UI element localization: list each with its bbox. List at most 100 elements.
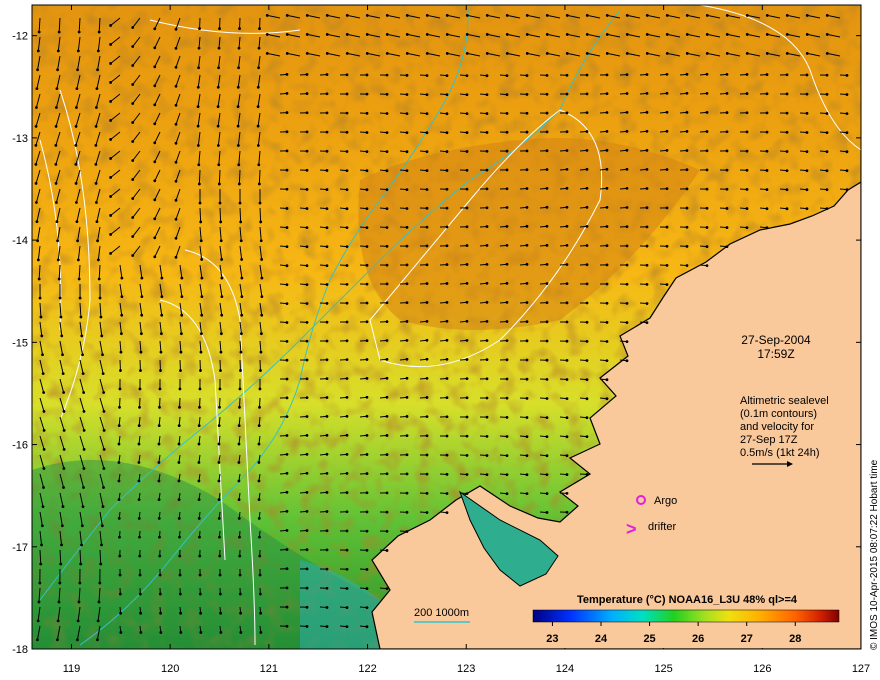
velocity-vector-tip [157, 516, 161, 520]
velocity-vector-tip [365, 73, 369, 77]
velocity-vector-tip [405, 415, 409, 418]
velocity-vector-tip [665, 244, 669, 248]
velocity-vector-tip [99, 562, 103, 566]
velocity-vector-tip [305, 567, 309, 571]
velocity-vector-tip [765, 207, 769, 211]
velocity-vector-tip [345, 111, 349, 115]
velocity-vector-tip [257, 46, 261, 50]
velocity-vector-tip [365, 226, 369, 230]
velocity-vector-tip [258, 201, 262, 205]
velocity-vector-tip [465, 225, 469, 229]
velocity-vector-tip [505, 112, 509, 115]
velocity-vector-tip [405, 338, 409, 342]
velocity-vector-tip [75, 220, 79, 224]
velocity-vector-tip [805, 131, 809, 134]
velocity-vector-tip [405, 510, 409, 514]
velocity-vector-tip [56, 258, 60, 262]
velocity-vector-tip [117, 461, 121, 464]
velocity-vector-tip [745, 111, 749, 115]
velocity-vector-tip [405, 244, 409, 248]
velocity-vector-tip [345, 606, 349, 609]
velocity-vector-tip [525, 377, 529, 381]
velocity-vector-tip [57, 30, 61, 34]
velocity-vector-tip [102, 467, 106, 470]
velocity-vector-tip [725, 207, 729, 210]
velocity-vector-tip [259, 239, 263, 243]
velocity-vector-tip [405, 131, 409, 135]
velocity-vector-tip [218, 535, 221, 539]
velocity-vector-tip [565, 473, 569, 476]
argo-label: Argo [654, 495, 677, 507]
velocity-vector-tip [153, 84, 157, 88]
velocity-vector-tip [305, 510, 309, 513]
velocity-vector-tip [845, 188, 849, 191]
velocity-vector-tip [76, 258, 80, 262]
velocity-vector-tip [485, 206, 489, 210]
velocity-vector-tip [685, 33, 689, 36]
velocity-vector-tip [138, 387, 142, 391]
velocity-vector-tip [405, 112, 409, 116]
velocity-vector-tip [565, 92, 569, 96]
velocity-vector-tip [325, 567, 329, 571]
velocity-vector-tip [305, 33, 309, 36]
velocity-vector-tip [485, 454, 489, 457]
velocity-vector-tip [58, 296, 62, 300]
velocity-vector-tip [425, 434, 429, 438]
velocity-vector-tip [565, 186, 569, 190]
velocity-vector-tip [545, 339, 549, 343]
velocity-vector-tip [153, 103, 157, 107]
velocity-vector-tip [465, 473, 469, 476]
velocity-vector-tip [425, 396, 429, 399]
credit-text: © IMOS 10-Apr-2015 08:07:22 Hobart time [869, 459, 880, 650]
velocity-vector-tip [405, 434, 409, 437]
velocity-vector-tip [405, 395, 409, 399]
velocity-vector-tip [385, 169, 389, 173]
legend-line: 0.5m/s (1kt 24h) [740, 447, 819, 459]
velocity-vector-tip [345, 510, 349, 514]
velocity-vector-tip [565, 14, 569, 17]
velocity-vector-tip [305, 320, 309, 324]
velocity-vector-tip [765, 52, 769, 55]
velocity-vector-tip [405, 282, 409, 286]
velocity-vector-tip [285, 339, 289, 343]
velocity-vector-tip [645, 52, 649, 55]
velocity-vector-tip [445, 338, 449, 342]
velocity-vector-tip [239, 220, 243, 224]
velocity-vector-tip [525, 187, 529, 190]
velocity-vector-tip [565, 435, 569, 439]
velocity-vector-tip [385, 549, 389, 552]
velocity-vector-tip [385, 510, 389, 514]
velocity-vector-tip [605, 206, 609, 209]
velocity-vector-tip [765, 149, 769, 153]
velocity-vector-tip [345, 529, 349, 533]
velocity-vector-tip [260, 258, 264, 261]
velocity-vector-tip [325, 245, 329, 249]
velocity-vector-tip [685, 264, 689, 267]
velocity-vector-tip [565, 397, 569, 401]
velocity-vector-tip [705, 72, 709, 76]
velocity-vector-tip [445, 472, 449, 476]
velocity-vector-tip [505, 320, 509, 323]
velocity-vector-tip [98, 296, 102, 300]
velocity-vector-tip [196, 144, 200, 147]
velocity-vector-tip [285, 529, 289, 532]
velocity-vector-tip [54, 182, 58, 185]
velocity-vector-tip [665, 129, 669, 133]
velocity-vector-tip [325, 452, 329, 456]
velocity-vector-tip [75, 638, 79, 642]
velocity-vector-tip [79, 562, 83, 566]
velocity-vector-tip [76, 49, 80, 53]
x-tick-label: 123 [457, 663, 475, 675]
velocity-vector-tip [485, 396, 489, 400]
drifter-label: drifter [648, 521, 676, 533]
velocity-vector-tip [325, 358, 329, 362]
velocity-vector-tip [625, 14, 629, 17]
velocity-vector-tip [109, 81, 113, 84]
velocity-vector-tip [159, 369, 162, 372]
velocity-vector-tip [505, 377, 509, 381]
velocity-vector-tip [36, 49, 40, 53]
velocity-vector-tip [285, 358, 289, 362]
velocity-vector-tip [545, 435, 549, 439]
velocity-vector-tip [445, 131, 449, 135]
velocity-vector-tip [140, 276, 144, 280]
